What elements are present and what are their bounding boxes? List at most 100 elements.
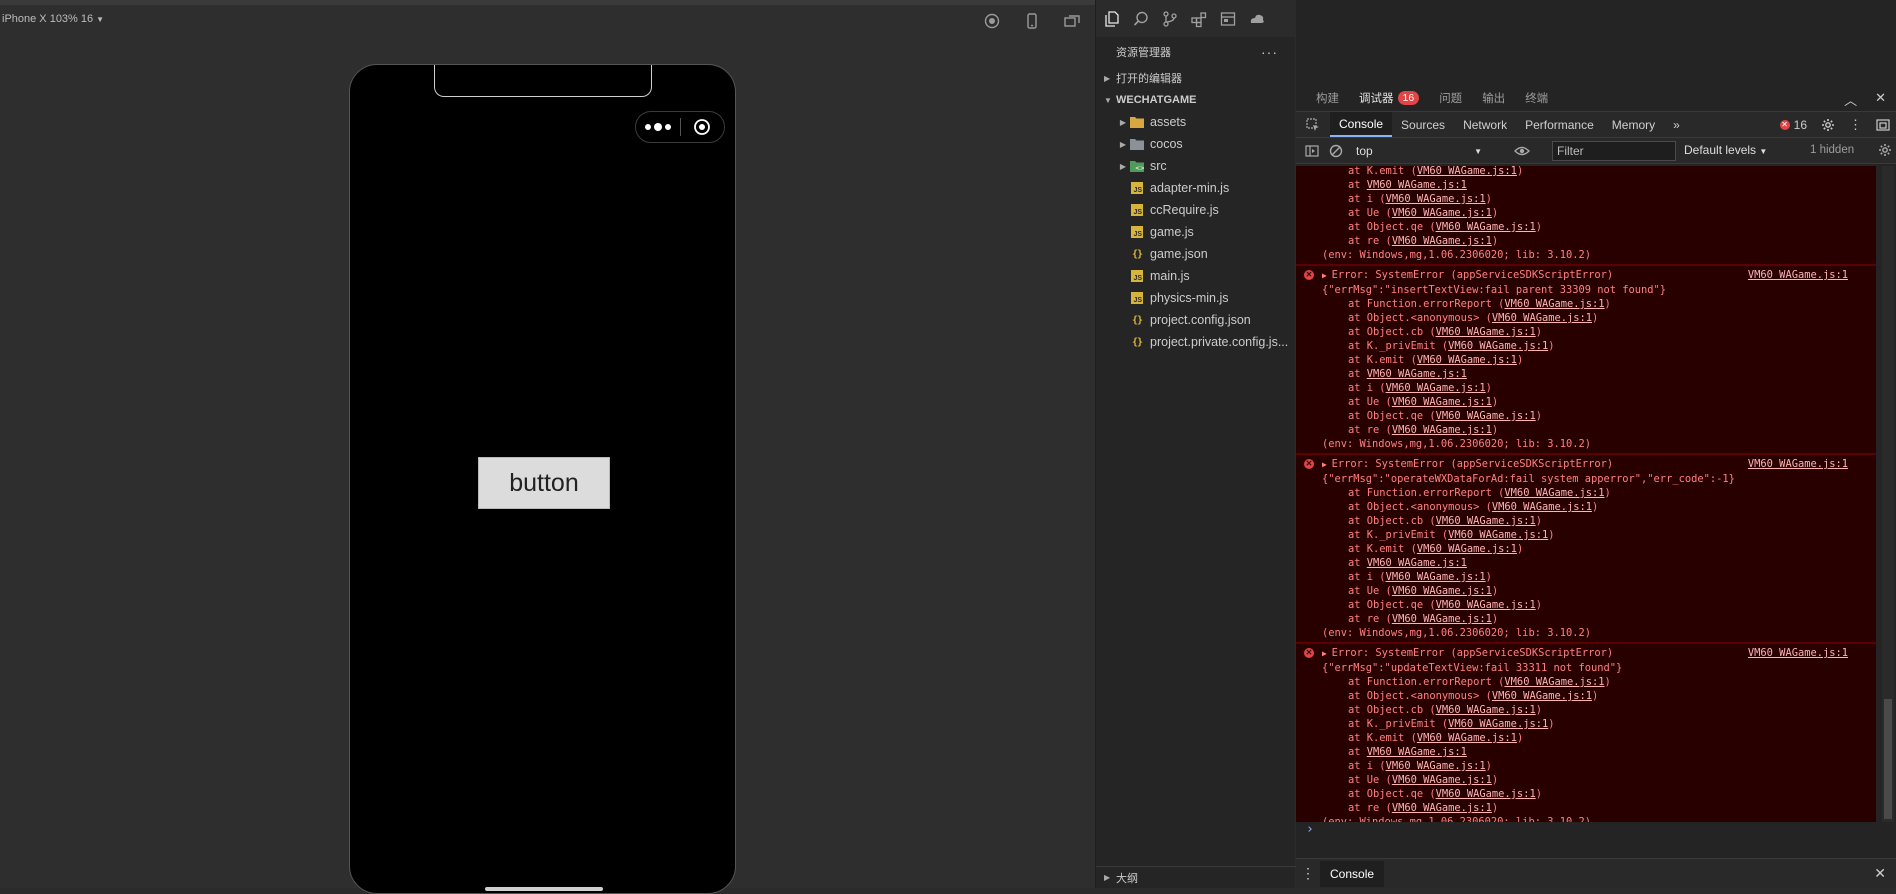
cloud-service-icon[interactable] (1248, 10, 1266, 28)
source-link[interactable]: VM60 WAGame.js:1 (1492, 312, 1592, 324)
tree-file[interactable]: {} project.private.config.js... (1096, 331, 1295, 353)
source-link[interactable]: VM60 WAGame.js:1 (1417, 732, 1517, 744)
source-link[interactable]: VM60 WAGame.js:1 (1392, 424, 1492, 436)
more-menu-button[interactable] (636, 123, 680, 131)
extensions-icon[interactable] (1190, 10, 1208, 28)
record-icon[interactable] (983, 12, 1001, 30)
source-link[interactable]: VM60 WAGame.js:1 (1504, 298, 1604, 310)
drawer-tab-console[interactable]: Console (1320, 860, 1385, 887)
log-levels-dropdown[interactable]: Default levels ▼ (1684, 143, 1767, 157)
tree-file[interactable]: JS ccRequire.js (1096, 199, 1295, 221)
tab-output[interactable]: 输出 (1482, 85, 1505, 112)
open-editors-section[interactable]: ▶ 打开的编辑器 (1096, 67, 1295, 89)
source-link[interactable]: VM60 WAGame.js:1 (1436, 410, 1536, 422)
gear-icon[interactable] (1821, 118, 1835, 132)
source-link[interactable]: VM60 WAGame.js:1 (1367, 746, 1467, 758)
source-link[interactable]: VM60 WAGame.js:1 (1386, 193, 1486, 205)
source-link[interactable]: VM60 WAGame.js:1 (1386, 760, 1486, 772)
error-counter[interactable]: ✕ 16 (1779, 118, 1807, 132)
tab-debugger[interactable]: 调试器 16 (1359, 85, 1420, 112)
tree-file[interactable]: JS adapter-min.js (1096, 177, 1295, 199)
source-link[interactable]: VM60 WAGame.js:1 (1492, 501, 1592, 513)
tab-console[interactable]: Console (1330, 112, 1393, 137)
eye-icon[interactable] (1514, 143, 1530, 159)
source-link[interactable]: VM60 WAGame.js:1 (1448, 529, 1548, 541)
project-section[interactable]: ▼ WECHATGAME (1096, 89, 1295, 111)
sidebar-toggle-icon[interactable] (1304, 143, 1320, 159)
scroll-thumb[interactable] (1884, 699, 1892, 819)
source-link[interactable]: VM60 WAGame.js:1 (1392, 585, 1492, 597)
source-link[interactable]: VM60 WAGame.js:1 (1436, 599, 1536, 611)
kebab-menu-icon[interactable]: ⋮ (1296, 865, 1320, 882)
tab-network[interactable]: Network (1454, 112, 1516, 137)
more-tabs-icon[interactable]: » (1664, 112, 1689, 137)
context-selector[interactable]: top ▼ (1352, 142, 1486, 160)
source-link[interactable]: VM60 WAGame.js:1 (1448, 340, 1548, 352)
tab-performance[interactable]: Performance (1516, 112, 1603, 137)
source-link[interactable]: VM60 WAGame.js:1 (1436, 788, 1536, 800)
source-link[interactable]: VM60 WAGame.js:1 (1504, 487, 1604, 499)
device-selector[interactable]: iPhone X 103% 16 ▼ (2, 13, 104, 25)
chevron-up-icon[interactable]: ︿ (1844, 90, 1857, 109)
source-link[interactable]: VM60 WAGame.js:1 (1367, 557, 1467, 569)
gear-icon[interactable] (1878, 143, 1892, 157)
source-link[interactable]: VM60 WAGame.js:1 (1392, 774, 1492, 786)
source-link[interactable]: VM60 WAGame.js:1 (1504, 676, 1604, 688)
tab-memory[interactable]: Memory (1603, 112, 1664, 137)
source-link[interactable]: VM60 WAGame.js:1 (1436, 326, 1536, 338)
detach-window-icon[interactable] (1063, 12, 1081, 30)
source-link[interactable]: VM60 WAGame.js:1 (1392, 235, 1492, 247)
source-link[interactable]: VM60 WAGame.js:1 (1748, 457, 1848, 471)
source-link[interactable]: VM60 WAGame.js:1 (1417, 543, 1517, 555)
close-icon[interactable]: ✕ (1874, 865, 1886, 882)
source-link[interactable]: VM60 WAGame.js:1 (1392, 802, 1492, 814)
tree-label: project.config.json (1150, 313, 1251, 327)
game-button[interactable]: button (478, 457, 610, 509)
source-link[interactable]: VM60 WAGame.js:1 (1417, 354, 1517, 366)
tree-folder-cocos[interactable]: ▶ cocos (1096, 133, 1295, 155)
source-link[interactable]: VM60 WAGame.js:1 (1448, 718, 1548, 730)
tree-folder-assets[interactable]: ▶ assets (1096, 111, 1295, 133)
source-link[interactable]: VM60 WAGame.js:1 (1436, 221, 1536, 233)
tab-problems[interactable]: 问题 (1439, 85, 1462, 112)
search-icon[interactable] (1132, 10, 1150, 28)
clear-console-icon[interactable] (1328, 143, 1344, 159)
files-icon[interactable] (1103, 10, 1121, 28)
source-link[interactable]: VM60 WAGame.js:1 (1386, 571, 1486, 583)
source-link[interactable]: VM60 WAGame.js:1 (1748, 268, 1848, 282)
kebab-menu-icon[interactable]: ⋮ (1849, 117, 1862, 133)
tree-file[interactable]: JS physics-min.js (1096, 287, 1295, 309)
source-control-icon[interactable] (1161, 10, 1179, 28)
source-link[interactable]: VM60 WAGame.js:1 (1417, 166, 1517, 177)
source-link[interactable]: VM60 WAGame.js:1 (1436, 515, 1536, 527)
preview-icon[interactable] (1219, 10, 1237, 28)
tree-file[interactable]: {} game.json (1096, 243, 1295, 265)
close-icon[interactable]: ✕ (1875, 90, 1886, 109)
source-link[interactable]: VM60 WAGame.js:1 (1492, 690, 1592, 702)
tab-build[interactable]: 构建 (1316, 85, 1339, 112)
console-scrollbar[interactable] (1882, 166, 1894, 822)
source-link[interactable]: VM60 WAGame.js:1 (1392, 613, 1492, 625)
tree-folder-src[interactable]: ▶ <> src (1096, 155, 1295, 177)
tree-file[interactable]: {} project.config.json (1096, 309, 1295, 331)
stack-frame: at Object.qe (VM60 WAGame.js:1) (1348, 599, 1542, 611)
outline-section[interactable]: ▶ 大纲 (1096, 866, 1296, 888)
source-link[interactable]: VM60 WAGame.js:1 (1386, 382, 1486, 394)
inspect-element-icon[interactable] (1296, 112, 1330, 137)
source-link[interactable]: VM60 WAGame.js:1 (1748, 646, 1848, 660)
phone-icon[interactable] (1023, 12, 1041, 30)
tab-terminal[interactable]: 终端 (1525, 85, 1548, 112)
source-link[interactable]: VM60 WAGame.js:1 (1392, 396, 1492, 408)
source-link[interactable]: VM60 WAGame.js:1 (1367, 179, 1467, 191)
source-link[interactable]: VM60 WAGame.js:1 (1367, 368, 1467, 380)
console-prompt[interactable]: › (1306, 822, 1314, 837)
exit-button[interactable] (680, 118, 724, 136)
tree-file[interactable]: JS game.js (1096, 221, 1295, 243)
source-link[interactable]: VM60 WAGame.js:1 (1392, 207, 1492, 219)
dock-icon[interactable] (1876, 118, 1890, 132)
filter-input[interactable] (1552, 141, 1676, 161)
source-link[interactable]: VM60 WAGame.js:1 (1436, 704, 1536, 716)
tab-sources[interactable]: Sources (1392, 112, 1454, 137)
more-icon[interactable]: ··· (1261, 44, 1278, 60)
tree-file[interactable]: JS main.js (1096, 265, 1295, 287)
